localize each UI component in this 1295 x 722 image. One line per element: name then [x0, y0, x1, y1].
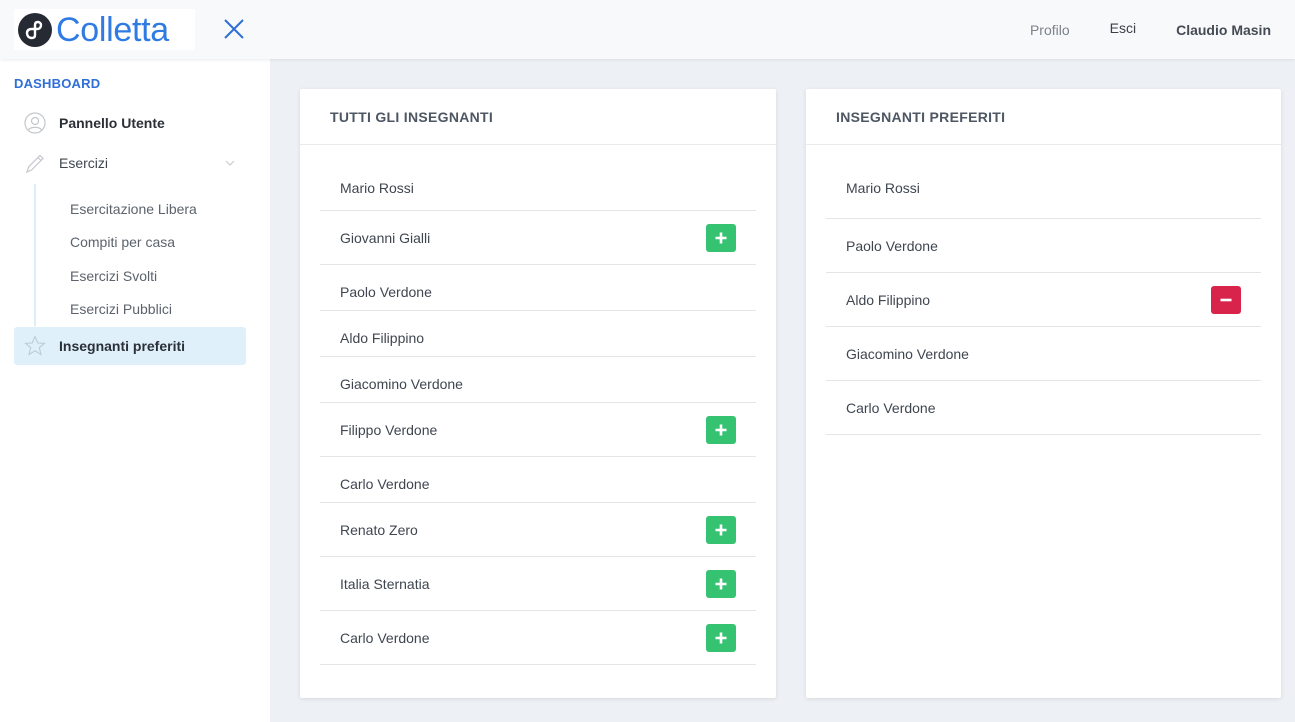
- sidebar-item-label: Esercizi: [59, 155, 109, 171]
- sidebar-item-pannello-utente[interactable]: Pannello Utente: [14, 104, 246, 142]
- teacher-name: Renato Zero: [340, 522, 418, 538]
- add-favorite-button[interactable]: [706, 224, 736, 252]
- sidebar-item-esercizi[interactable]: Esercizi: [14, 144, 246, 182]
- pencil-icon: [22, 150, 48, 176]
- sidebar-subitem-esercizi-pubblici[interactable]: Esercizi Pubblici: [70, 301, 172, 317]
- list-item: Paolo Verdone: [826, 219, 1261, 273]
- app-name: Colletta: [56, 10, 169, 49]
- card-title: INSEGNANTI PREFERITI: [806, 89, 1281, 145]
- sidebar-heading: DASHBOARD: [14, 76, 101, 91]
- add-favorite-button[interactable]: [706, 416, 736, 444]
- sidebar-item-label: Pannello Utente: [59, 115, 165, 131]
- teacher-name: Filippo Verdone: [340, 422, 438, 438]
- plus-icon: [715, 632, 727, 644]
- list-item: Giacomino Verdone: [320, 357, 756, 403]
- list-item: Mario Rossi: [826, 145, 1261, 219]
- list-item: Aldo Filippino: [320, 311, 756, 357]
- close-sidebar-button[interactable]: [222, 17, 246, 41]
- teacher-name: Aldo Filippino: [340, 330, 425, 346]
- teacher-name: Mario Rossi: [340, 180, 414, 196]
- sidebar-item-insegnanti-preferiti[interactable]: Insegnanti preferiti: [14, 327, 246, 365]
- all-teachers-card: TUTTI GLI INSEGNANTI Mario Rossi Giovanni…: [300, 89, 776, 698]
- user-name[interactable]: Claudio Masin: [1176, 22, 1271, 38]
- teacher-name: Carlo Verdone: [340, 476, 430, 492]
- add-favorite-button[interactable]: [706, 624, 736, 652]
- plus-icon: [715, 578, 727, 590]
- list-item: Carlo Verdone: [320, 611, 756, 665]
- teacher-name: Carlo Verdone: [846, 400, 936, 416]
- list-item: Carlo Verdone: [320, 457, 756, 503]
- teacher-name: Aldo Filippino: [846, 292, 931, 308]
- list-item: Paolo Verdone: [320, 265, 756, 311]
- list-item: Filippo Verdone: [320, 403, 756, 457]
- list-item: Italia Sternatia: [320, 557, 756, 611]
- teacher-name: Giacomino Verdone: [340, 376, 463, 392]
- favorite-teachers-card: INSEGNANTI PREFERITI Mario Rossi Paolo Ve…: [806, 89, 1281, 698]
- list-item: Renato Zero: [320, 503, 756, 557]
- sidebar-subitem-compiti-per-casa[interactable]: Compiti per casa: [70, 234, 175, 250]
- user-circle-icon: [22, 110, 48, 136]
- sidebar-item-label: Insegnanti preferiti: [59, 338, 186, 354]
- card-title: TUTTI GLI INSEGNANTI: [300, 89, 776, 145]
- list-item: Aldo Filippino: [826, 273, 1261, 327]
- teacher-name: Giacomino Verdone: [846, 346, 969, 362]
- top-bar: Colletta Profilo Esci Claudio Masin: [0, 0, 1295, 59]
- favorite-teachers-list: Mario Rossi Paolo Verdone Aldo Filippino Gi…: [826, 145, 1261, 435]
- sidebar-subitem-esercitazione-libera[interactable]: Esercitazione Libera: [70, 201, 197, 217]
- logo-icon: [18, 12, 52, 47]
- submenu-guide-line: [34, 184, 36, 326]
- add-favorite-button[interactable]: [706, 516, 736, 544]
- teacher-name: Paolo Verdone: [340, 284, 432, 300]
- teacher-name: Giovanni Gialli: [340, 230, 431, 246]
- plus-icon: [715, 524, 727, 536]
- teacher-name: Mario Rossi: [846, 180, 920, 196]
- chevron-down-icon: [225, 160, 235, 166]
- minus-icon: [1220, 298, 1232, 302]
- star-icon: [22, 333, 48, 359]
- all-teachers-list: Mario Rossi Giovanni Gialli Paolo Verdone A…: [320, 145, 756, 665]
- teacher-name: Paolo Verdone: [846, 238, 938, 254]
- list-item: Mario Rossi: [320, 145, 756, 211]
- list-item: Carlo Verdone: [826, 381, 1261, 435]
- profile-link[interactable]: Profilo: [1030, 22, 1070, 38]
- teacher-name: Carlo Verdone: [340, 630, 430, 646]
- list-item: Giovanni Gialli: [320, 211, 756, 265]
- close-icon: [224, 19, 244, 39]
- remove-favorite-button[interactable]: [1211, 286, 1241, 314]
- sidebar: DASHBOARD Pannello Utente Esercizi Eserc…: [0, 59, 270, 722]
- app-logo[interactable]: Colletta: [14, 9, 195, 50]
- sidebar-subitem-esercizi-svolti[interactable]: Esercizi Svolti: [70, 268, 157, 284]
- add-favorite-button[interactable]: [706, 570, 736, 598]
- plus-icon: [715, 232, 727, 244]
- logout-link[interactable]: Esci: [1110, 20, 1136, 36]
- teacher-name: Italia Sternatia: [340, 576, 430, 592]
- list-item: Giacomino Verdone: [826, 327, 1261, 381]
- plus-icon: [715, 424, 727, 436]
